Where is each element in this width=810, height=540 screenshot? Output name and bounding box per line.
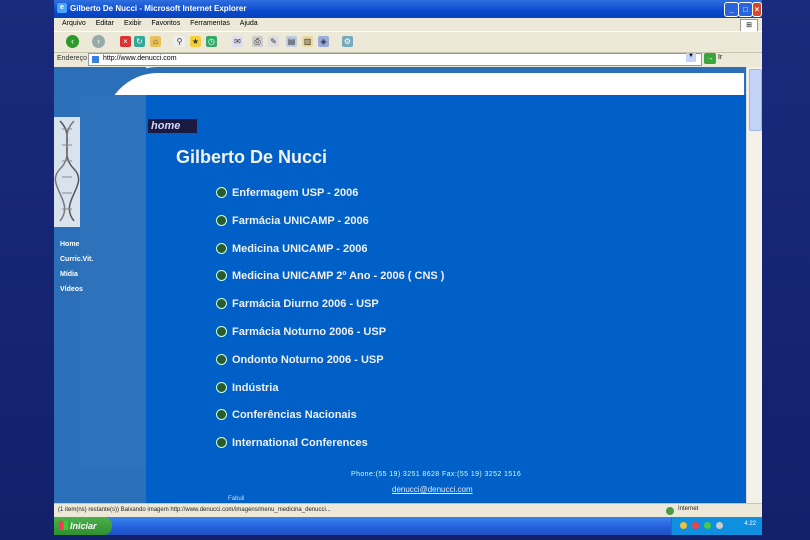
maximize-button[interactable]: □ [738,2,753,17]
go-arrow-icon[interactable]: → [704,53,716,64]
system-tray: 4:22 [671,517,762,535]
scrollbar-thumb[interactable] [749,69,762,131]
search-icon[interactable]: ⚲ [174,36,185,47]
toolbar: ‹ › × ↻ ⌂ ⚲ ★ ◷ ✉ ⎙ ✎ ▤ ▥ ◈ ⚙ [54,31,762,53]
favorites-icon[interactable]: ★ [190,36,201,47]
page-content: Home Curric.Vit. Mídia Vídeos home Gilbe… [54,67,746,503]
zone-label: Internet [678,506,699,512]
bullet-icon [216,187,227,198]
ie-icon: e [57,3,67,13]
menu-ajuda[interactable]: Ajuda [240,20,258,27]
bullet-icon [216,409,227,421]
minimize-button[interactable]: _ [724,2,739,17]
close-button[interactable]: × [752,2,762,17]
home-badge: home [148,119,197,133]
list-item: International Conferences [214,435,634,463]
messenger-icon[interactable]: ◈ [318,36,329,47]
go-button[interactable]: Ir [718,54,722,61]
start-label: Iniciar [70,521,97,531]
link-medicina-unicamp[interactable]: Medicina UNICAMP - 2006 [232,243,368,255]
tray-network-icon[interactable] [680,522,687,529]
address-label: Endereço [57,55,87,62]
bullet-icon [216,325,227,337]
nav-midia[interactable]: Mídia [60,271,78,278]
windows-flag-icon [59,521,68,530]
nav-stripe [80,95,146,470]
home-icon[interactable]: ⌂ [150,36,161,47]
contact-email-link[interactable]: denucci@denucci.com [392,485,473,494]
status-bar: (1 item(ns) restante(s)) Baixando imagem… [54,503,762,518]
footer-small-text: Fabuli [228,496,245,502]
nav-curriculo[interactable]: Curric.Vit. [60,256,93,263]
window-title: Gilberto De Nucci - Microsoft Internet E… [70,4,247,13]
course-links-list: Enfermagem USP - 2006 Farmácia UNICAMP -… [214,185,634,463]
taskbar: Iniciar 4:22 [54,517,762,535]
tools-icon[interactable]: ⚙ [342,36,353,47]
internet-zone-icon [666,507,674,515]
page-footer: Phone:(55 19) 3251 8628 Fax:(55 19) 3252… [146,470,746,503]
contact-phone: Phone:(55 19) 3251 8628 Fax:(55 19) 3252… [351,471,522,478]
list-item: Conferências Nacionais [214,407,634,435]
dna-helix-image [54,117,80,227]
menu-arquivo[interactable]: Arquivo [62,20,86,27]
address-url: http://www.denucci.com [103,55,177,62]
stop-icon[interactable]: × [120,36,131,47]
browser-window: e Gilberto De Nucci - Microsoft Internet… [54,0,762,526]
back-icon[interactable]: ‹ [66,35,79,48]
bullet-icon [216,214,227,226]
list-item: Farmácia UNICAMP - 2006 [214,213,634,241]
nav-videos[interactable]: Vídeos [60,286,83,293]
start-button[interactable]: Iniciar [54,517,112,535]
edit-icon[interactable]: ✎ [268,36,279,47]
link-industria[interactable]: Indústria [232,382,278,394]
forward-icon[interactable]: › [92,35,105,48]
print-icon[interactable]: ⎙ [252,36,263,47]
address-input[interactable]: http://www.denucci.com [88,53,702,66]
bullet-icon [216,353,227,365]
tray-volume-icon[interactable] [716,522,723,529]
history-icon[interactable]: ◷ [206,36,217,47]
link-farmacia-noturno[interactable]: Farmácia Noturno 2006 - USP [232,326,386,338]
list-item: Medicina UNICAMP 2º Ano - 2006 ( CNS ) [214,268,634,296]
vertical-scrollbar[interactable] [746,67,762,503]
menu-bar: Arquivo Editar Exibir Favoritos Ferramen… [54,18,762,32]
tray-security-icon[interactable] [692,522,699,529]
discuss-icon[interactable]: ▤ [286,36,297,47]
tray-update-icon[interactable] [704,522,711,529]
address-dropdown-icon[interactable]: ▼ [686,53,696,62]
list-item: Farmácia Noturno 2006 - USP [214,324,634,352]
page-icon [92,56,99,63]
bullet-icon [216,298,227,310]
page-title: Gilberto De Nucci [176,147,328,167]
menu-ferramentas[interactable]: Ferramentas [190,20,230,27]
clock[interactable]: 4:22 [744,521,756,527]
link-farmacia-unicamp[interactable]: Farmácia UNICAMP - 2006 [232,215,369,227]
address-bar: Endereço http://www.denucci.com ▼ → Ir [54,52,762,66]
list-item: Indústria [214,380,634,408]
link-odonto-noturno[interactable]: Ondonto Noturno 2006 - USP [232,354,384,366]
link-enfermagem-usp[interactable]: Enfermagem USP - 2006 [232,187,358,199]
link-international-conferences[interactable]: International Conferences [232,437,368,449]
mail-icon[interactable]: ✉ [232,36,243,47]
title-bar: e Gilberto De Nucci - Microsoft Internet… [54,0,762,18]
bullet-icon [216,437,227,449]
link-conferencias-nacionais[interactable]: Conferências Nacionais [232,409,357,421]
link-medicina-unicamp-2ano[interactable]: Medicina UNICAMP 2º Ano - 2006 ( CNS ) [232,270,444,282]
list-item: Farmácia Diurno 2006 - USP [214,296,634,324]
menu-editar[interactable]: Editar [96,20,114,27]
menu-exibir[interactable]: Exibir [124,20,142,27]
link-farmacia-diurno[interactable]: Farmácia Diurno 2006 - USP [232,298,379,310]
list-item: Medicina UNICAMP - 2006 [214,241,634,269]
menu-favoritos[interactable]: Favoritos [151,20,180,27]
nav-home[interactable]: Home [60,241,79,248]
list-item: Enfermagem USP - 2006 [214,185,634,213]
bullet-icon [216,270,227,282]
refresh-icon[interactable]: ↻ [134,36,145,47]
status-text: (1 item(ns) restante(s)) Baixando imagem… [58,507,331,513]
research-icon[interactable]: ▥ [302,36,313,47]
bullet-icon [216,381,227,393]
bullet-icon [216,242,227,254]
list-item: Ondonto Noturno 2006 - USP [214,352,634,380]
